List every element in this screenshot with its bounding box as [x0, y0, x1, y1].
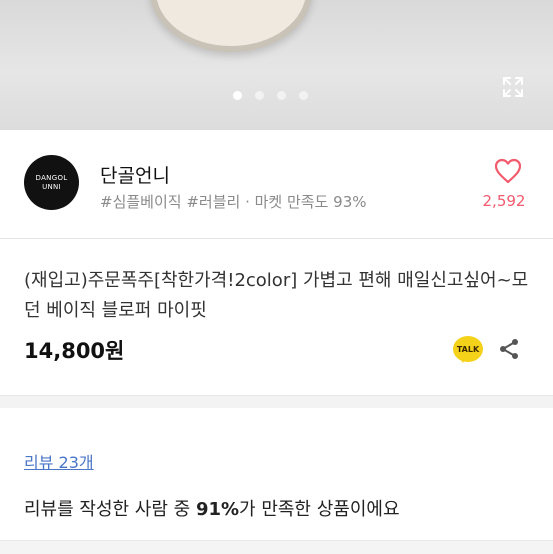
expand-icon[interactable] [501, 75, 525, 99]
talk-bubble-tail [458, 356, 466, 363]
review-count-link[interactable]: 리뷰 23개 [24, 449, 94, 473]
like-count: 2,592 [482, 192, 526, 210]
review-summary: 리뷰를 작성한 사람 중 91%가 만족한 상품이에요 [24, 495, 400, 521]
product-title: (재입고)주문폭주[착한가격!2color] 가볍고 편해 매일신고싶어~모던 … [24, 270, 529, 321]
pagination-dot-1[interactable] [233, 91, 242, 100]
share-icon[interactable] [497, 337, 521, 361]
heart-icon[interactable] [494, 158, 522, 184]
next-section-edge [0, 540, 553, 554]
shop-logo[interactable]: DANGOL UNNI [24, 155, 79, 210]
pagination-dot-3[interactable] [277, 91, 286, 100]
review-summary-suffix: 가 만족한 상품이에요 [239, 499, 400, 520]
section-divider [0, 395, 553, 408]
talk-label: TALK [456, 344, 480, 354]
product-image-gallery[interactable] [0, 0, 553, 130]
review-summary-prefix: 리뷰를 작성한 사람 중 [24, 499, 196, 520]
shop-name[interactable]: 단골언니 [100, 161, 170, 188]
gallery-pagination [233, 91, 308, 100]
product-price: 14,800원 [24, 339, 125, 363]
shop-info: DANGOL UNNI 단골언니 #심플베이직 #러블리 · 마켓 만족도 93… [0, 130, 553, 239]
shop-logo-line1: DANGOL [35, 173, 68, 182]
review-satisfaction-percent: 91% [195, 499, 240, 520]
product-image [150, 0, 312, 52]
pagination-dot-4[interactable] [299, 91, 308, 100]
pagination-dot-2[interactable] [255, 91, 264, 100]
shop-tags: #심플베이직 #러블리 · 마켓 만족도 93% [100, 193, 367, 211]
shop-logo-line2: UNNI [42, 182, 61, 191]
